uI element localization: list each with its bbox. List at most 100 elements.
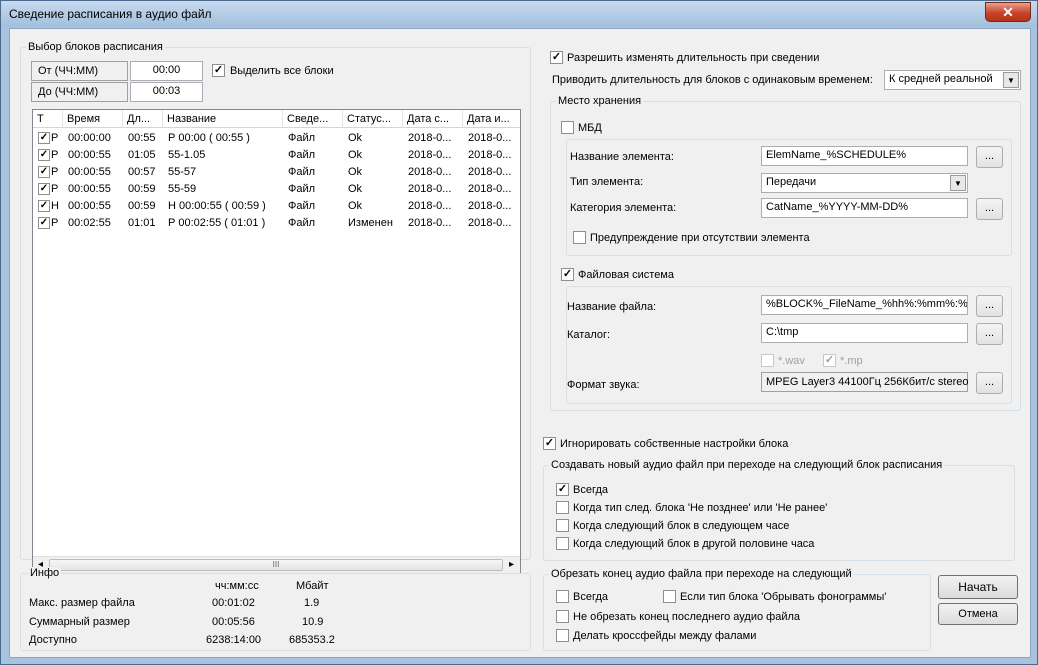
new-file-half-hour-checkbox[interactable] — [556, 537, 569, 550]
no-trim-last-checkbox[interactable] — [556, 610, 569, 623]
row-checkbox[interactable]: ✓ — [38, 183, 50, 195]
to-time-input[interactable]: 00:03 — [130, 82, 203, 102]
col-header-date-end[interactable]: Дата и... — [463, 110, 520, 128]
row-cell-t: Р — [51, 217, 59, 229]
sound-format-field: MPEG Layer3 44100Гц 256Кбит/с stereo — [761, 372, 968, 392]
allow-duration-label: Разрешить изменять длительность при свед… — [567, 52, 820, 64]
catalog-browse-button[interactable]: ... — [976, 323, 1003, 345]
window-title: Сведение расписания в аудио файл — [9, 7, 212, 21]
row-cell-name: Р 00:00 ( 00:55 ) — [168, 132, 250, 144]
mp-checkbox[interactable]: ✓ — [823, 354, 836, 367]
row-cell-d2: 2018-0... — [468, 166, 512, 178]
row-cell-status: Ok — [348, 166, 363, 178]
sound-format-browse-button[interactable]: ... — [976, 372, 1003, 394]
row-cell-time: 00:00:55 — [68, 149, 111, 161]
elem-type-select[interactable]: Передачи ▼ — [761, 173, 968, 193]
row-cell-d2: 2018-0... — [468, 200, 512, 212]
row-cell-t: Р — [51, 166, 59, 178]
row-cell-name: 55-57 — [168, 166, 197, 178]
row-checkbox[interactable]: ✓ — [38, 217, 50, 229]
horizontal-scrollbar[interactable]: ◂ III ▸ — [33, 556, 520, 573]
col-header-duration[interactable]: Дл... — [123, 110, 163, 128]
col-header-name[interactable]: Название — [163, 110, 283, 128]
col-header-date-start[interactable]: Дата с... — [403, 110, 463, 128]
file-name-input[interactable]: %BLOCK%_FileName_%hh%:%mm%:%ss — [761, 295, 968, 315]
row-cell-d2: 2018-0... — [468, 149, 512, 161]
allow-duration-checkbox[interactable]: ✓ — [550, 51, 563, 64]
col-header-status[interactable]: Статус... — [343, 110, 403, 128]
select-all-label: Выделить все блоки — [230, 65, 334, 77]
info-col-time: чч:мм:сс — [215, 580, 259, 592]
elem-category-browse-button[interactable]: ... — [976, 198, 1003, 220]
dropdown-arrow-icon[interactable]: ▼ — [1003, 72, 1019, 88]
row-cell-name: Р 00:02:55 ( 01:01 ) — [168, 217, 266, 229]
col-header-source[interactable]: Сведе... — [283, 110, 343, 128]
row-cell-d1: 2018-0... — [408, 149, 452, 161]
new-file-always-checkbox[interactable]: ✓ — [556, 483, 569, 496]
close-button[interactable]: ✕ — [985, 2, 1031, 22]
new-file-group-legend: Создавать новый аудио файл при переходе … — [549, 459, 945, 471]
cancel-button[interactable]: Отмена — [938, 603, 1018, 625]
crossfade-label: Делать кроссфейды между фалами — [573, 630, 757, 642]
ignore-own-checkbox[interactable]: ✓ — [543, 437, 556, 450]
row-checkbox[interactable]: ✓ — [38, 149, 50, 161]
trim-always-checkbox[interactable] — [556, 590, 569, 603]
file-name-browse-button[interactable]: ... — [976, 295, 1003, 317]
row-cell-name: 55-59 — [168, 183, 197, 195]
table-row[interactable]: ✓ Р 00:00:55 00:57 55-57 Файл Ok 2018-0... 2018-… — [33, 164, 520, 181]
row-cell-dur: 00:59 — [128, 200, 156, 212]
filesystem-checkbox[interactable]: ✓ — [561, 268, 574, 281]
trim-if-type-label: Если тип блока 'Обрывать фонограммы' — [680, 591, 887, 603]
warn-missing-checkbox[interactable] — [573, 231, 586, 244]
same-time-select[interactable]: К средней реальной ▼ — [884, 70, 1021, 90]
catalog-label: Каталог: — [567, 329, 611, 341]
dropdown-arrow-icon[interactable]: ▼ — [950, 175, 966, 191]
table-row[interactable]: ✓ Н 00:00:55 00:59 Н 00:00:55 ( 00:59 ) Файл O… — [33, 198, 520, 215]
new-file-type-checkbox[interactable] — [556, 501, 569, 514]
row-checkbox[interactable]: ✓ — [38, 200, 50, 212]
crossfade-checkbox[interactable] — [556, 629, 569, 642]
row-cell-name: 55-1.05 — [168, 149, 206, 161]
row-cell-status: Изменен — [348, 217, 393, 229]
row-cell-name: Н 00:00:55 ( 00:59 ) — [168, 200, 266, 212]
table-row[interactable]: ✓ Р 00:00:55 00:59 55-59 Файл Ok 2018-0... 2018-… — [33, 181, 520, 198]
row-cell-t: Р — [51, 132, 59, 144]
wav-checkbox[interactable] — [761, 354, 774, 367]
row-cell-d1: 2018-0... — [408, 166, 452, 178]
list-header: Т Время Дл... Название Сведе... Статус..… — [33, 110, 520, 128]
mp-label: *.mp — [840, 355, 863, 367]
mbd-checkbox[interactable] — [561, 121, 574, 134]
elem-name-input[interactable]: ElemName_%SCHEDULE% — [761, 146, 968, 166]
row-cell-d2: 2018-0... — [468, 217, 512, 229]
elem-category-label: Категория элемента: — [570, 202, 677, 214]
row-cell-time: 00:00:55 — [68, 200, 111, 212]
row-cell-t: Р — [51, 183, 59, 195]
table-row[interactable]: ✓ Р 00:00:00 00:55 Р 00:00 ( 00:55 ) Файл Ok 20… — [33, 130, 520, 147]
new-file-next-hour-checkbox[interactable] — [556, 519, 569, 532]
elem-name-browse-button[interactable]: ... — [976, 146, 1003, 168]
row-cell-d2: 2018-0... — [468, 183, 512, 195]
scroll-thumb[interactable]: III — [49, 559, 503, 571]
col-header-time[interactable]: Время — [63, 110, 123, 128]
dialog-client-area: Выбор блоков расписания От (ЧЧ:ММ) 00:00… — [9, 28, 1031, 658]
elem-type-label: Тип элемента: — [570, 176, 644, 188]
row-cell-status: Ok — [348, 132, 363, 144]
row-checkbox[interactable]: ✓ — [38, 166, 50, 178]
table-row[interactable]: ✓ Р 00:02:55 01:01 Р 00:02:55 ( 01:01 ) Файл И… — [33, 215, 520, 232]
start-button[interactable]: Начать — [938, 575, 1018, 599]
elem-category-input[interactable]: CatName_%YYYY-MM-DD% — [761, 198, 968, 218]
blocks-list[interactable]: Т Время Дл... Название Сведе... Статус..… — [32, 109, 521, 574]
row-checkbox[interactable]: ✓ — [38, 132, 50, 144]
select-all-checkbox[interactable]: ✓ — [212, 64, 225, 77]
row-cell-d1: 2018-0... — [408, 183, 452, 195]
from-time-input[interactable]: 00:00 — [130, 61, 203, 81]
scroll-right-icon[interactable]: ▸ — [509, 559, 514, 570]
row-cell-type: Файл — [288, 132, 316, 144]
row-cell-status: Ok — [348, 200, 363, 212]
row-cell-type: Файл — [288, 149, 316, 161]
col-header-type[interactable]: Т — [33, 110, 63, 128]
table-row[interactable]: ✓ Р 00:00:55 01:05 55-1.05 Файл Ok 2018-0... 201… — [33, 147, 520, 164]
to-label: До (ЧЧ:ММ) — [31, 82, 128, 102]
catalog-input[interactable]: C:\tmp — [761, 323, 968, 343]
trim-if-type-checkbox[interactable] — [663, 590, 676, 603]
